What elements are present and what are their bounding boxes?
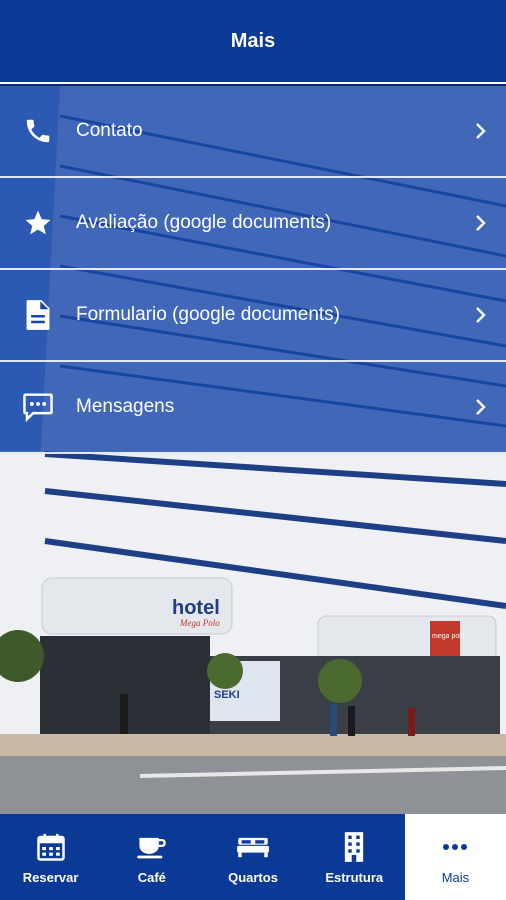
menu-item-label: Contato [76, 120, 143, 141]
star-icon [0, 208, 76, 238]
building-sign: hotel [172, 597, 220, 619]
chevron-right-icon [456, 214, 506, 232]
chevron-right-icon [456, 398, 506, 416]
menu-item-avaliacao[interactable]: Avaliação (google documents) [0, 178, 506, 270]
menu-item-label: Mensagens [76, 396, 175, 417]
coffee-icon [136, 830, 168, 864]
tab-mais[interactable]: Mais [404, 814, 506, 900]
menu-item-label: Avaliação (google documents) [76, 212, 332, 233]
chevron-right-icon [456, 122, 506, 140]
tab-label: Café [137, 869, 166, 885]
app-header: Mais [0, 0, 506, 84]
page-title: Mais [230, 29, 276, 52]
document-icon [0, 299, 76, 331]
phone-icon [0, 116, 76, 146]
chevron-right-icon [456, 306, 506, 324]
shop-sign: SEKI [214, 689, 240, 701]
tab-label: Quartos [228, 869, 278, 885]
building-icon [343, 830, 365, 864]
message-icon [0, 392, 76, 422]
menu-item-label: Formulario (google documents) [76, 304, 341, 325]
menu-item-contato[interactable]: Contato [0, 86, 506, 178]
more-menu-list: Contato Avaliação (google documents) For… [0, 86, 506, 454]
store-sign: mega polo [432, 633, 465, 640]
tab-label: Reservar [22, 869, 79, 885]
more-icon [442, 830, 468, 864]
bed-icon [236, 830, 270, 864]
tab-reservar[interactable]: Reservar [0, 814, 101, 900]
tab-quartos[interactable]: Quartos [202, 814, 303, 900]
tab-label: Estrutura [325, 869, 384, 885]
tab-estrutura[interactable]: Estrutura [304, 814, 405, 900]
menu-item-formulario[interactable]: Formulario (google documents) [0, 270, 506, 362]
tab-cafe[interactable]: Café [101, 814, 202, 900]
menu-item-mensagens[interactable]: Mensagens [0, 362, 506, 454]
calendar-icon [36, 830, 66, 864]
bottom-tab-bar: Reservar Café Quartos Estrutura Mais [0, 814, 506, 900]
tab-label: Mais [441, 869, 470, 885]
building-sign-sub: Mega Polo [179, 618, 220, 628]
